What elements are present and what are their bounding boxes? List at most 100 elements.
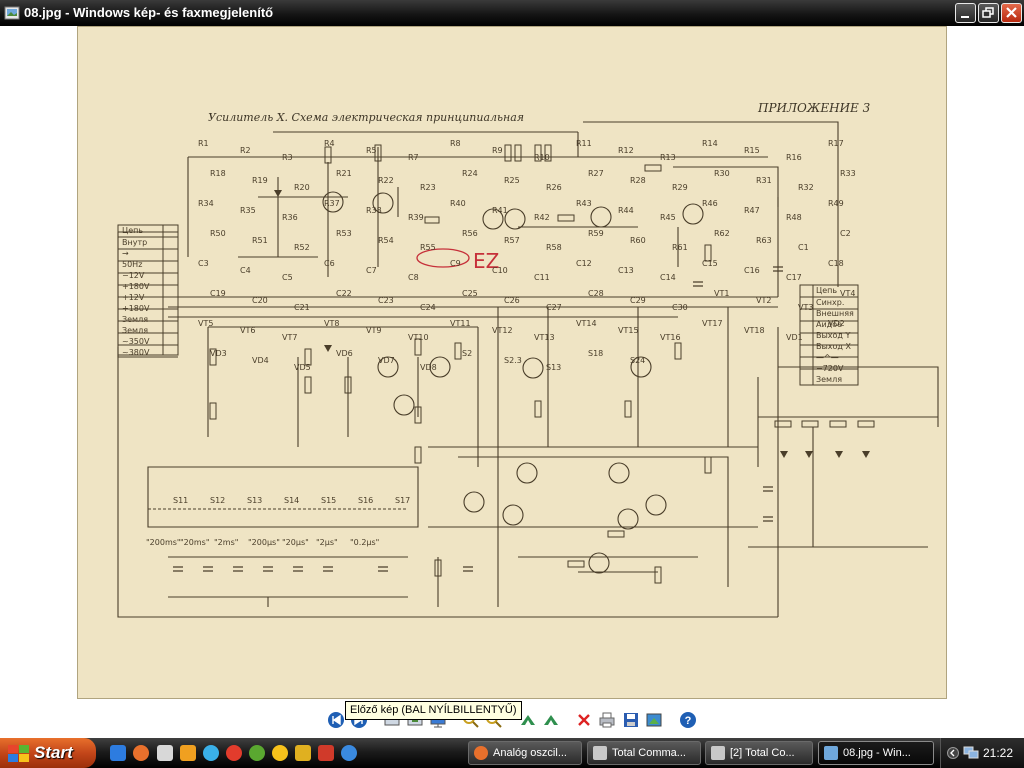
components-item: C26 bbox=[504, 296, 520, 305]
components-item: R49 bbox=[828, 199, 844, 208]
explorer-icon[interactable] bbox=[157, 745, 173, 761]
switches-item: S15 bbox=[321, 496, 337, 505]
components-item: R48 bbox=[786, 213, 802, 222]
schematic-appendix-label: ПРИЛОЖЕНИЕ 3 bbox=[758, 101, 871, 115]
components-item: R28 bbox=[630, 176, 646, 185]
switches-item: S17 bbox=[395, 496, 411, 505]
conn-left-item: Внутр bbox=[122, 238, 148, 247]
components-item: VT4 bbox=[840, 289, 856, 298]
rotate-counterclockwise-button[interactable] bbox=[542, 711, 560, 729]
components-item: R36 bbox=[282, 213, 298, 222]
components-item: R39 bbox=[408, 213, 424, 222]
close-button[interactable] bbox=[1001, 3, 1022, 23]
components-item: C20 bbox=[252, 296, 268, 305]
components-item: R27 bbox=[588, 169, 604, 178]
conn-right-item: Синхр. bbox=[816, 298, 845, 307]
components-item: C9 bbox=[450, 259, 461, 268]
media-icon[interactable] bbox=[295, 745, 311, 761]
ie-icon[interactable] bbox=[110, 745, 126, 761]
components-item: C29 bbox=[630, 296, 646, 305]
windows-logo-icon bbox=[8, 745, 29, 762]
previous-image-button[interactable] bbox=[327, 711, 345, 729]
components-item: R29 bbox=[672, 183, 688, 192]
components-item: C16 bbox=[744, 266, 760, 275]
components-item: R46 bbox=[702, 199, 718, 208]
print-button[interactable] bbox=[598, 711, 616, 729]
conn-right-item: —^— bbox=[816, 353, 839, 362]
delete-button[interactable] bbox=[575, 711, 593, 729]
components-item: R61 bbox=[672, 243, 688, 252]
components-item: R38 bbox=[366, 206, 382, 215]
flash-icon[interactable] bbox=[318, 745, 334, 761]
save-button[interactable] bbox=[622, 711, 640, 729]
emoticon-icon[interactable] bbox=[272, 745, 288, 761]
components-item: VT12 bbox=[492, 326, 513, 335]
firefox-icon[interactable] bbox=[133, 745, 149, 761]
help-button[interactable]: ? bbox=[679, 711, 697, 729]
minimize-button[interactable] bbox=[955, 3, 976, 23]
conn-left-item: +180V bbox=[122, 282, 150, 291]
components-item: R16 bbox=[786, 153, 802, 162]
network-icon[interactable] bbox=[963, 746, 979, 760]
task-image-viewer[interactable]: 08.jpg - Win... bbox=[818, 741, 934, 765]
components-item: VD7 bbox=[378, 356, 395, 365]
switches-item: S16 bbox=[358, 496, 374, 505]
components-item: VT16 bbox=[660, 333, 681, 342]
components-item: R51 bbox=[252, 236, 268, 245]
task-total-commander[interactable]: Total Comma... bbox=[587, 741, 701, 765]
rotate-clockwise-icon bbox=[521, 715, 535, 725]
title-bar[interactable]: 08.jpg - Windows kép- és faxmegjelenítő bbox=[0, 0, 1024, 26]
components-item: R53 bbox=[336, 229, 352, 238]
winamp-icon[interactable] bbox=[180, 745, 196, 761]
task-analog[interactable]: Analóg oszcil... bbox=[468, 741, 582, 765]
components-item: R8 bbox=[450, 139, 461, 148]
image-viewer-icon bbox=[824, 746, 838, 760]
components-item: R34 bbox=[198, 199, 214, 208]
chrome-icon[interactable] bbox=[226, 745, 242, 761]
components-item: C30 bbox=[672, 303, 688, 312]
components-item: R14 bbox=[702, 139, 718, 148]
conn-left-item: Земля bbox=[122, 326, 149, 335]
connector-right-header: Цепь bbox=[816, 286, 838, 295]
utorrent-icon[interactable] bbox=[249, 745, 265, 761]
start-button[interactable]: Start bbox=[0, 738, 96, 768]
components-item: R41 bbox=[492, 206, 508, 215]
conn-right-item: Выход Y bbox=[816, 331, 851, 340]
components-item: R43 bbox=[576, 199, 592, 208]
components-item: R10 bbox=[534, 153, 550, 162]
task-total-commander-2[interactable]: [2] Total Co... bbox=[705, 741, 813, 765]
tray-expand-icon[interactable] bbox=[947, 747, 959, 759]
system-tray: 21:22 bbox=[940, 738, 1024, 768]
timebases-item: "2ms" bbox=[214, 538, 239, 547]
image-viewport[interactable]: Усилитель X. Схема электрическая принцип… bbox=[0, 26, 1024, 703]
components-item: C1 bbox=[798, 243, 809, 252]
components-item: VT10 bbox=[408, 333, 429, 342]
messenger-icon[interactable] bbox=[203, 745, 219, 761]
schematic-title: Усилитель X. Схема электрическая принцип… bbox=[208, 111, 525, 124]
components-item: VT11 bbox=[450, 319, 471, 328]
components-item: S18 bbox=[588, 349, 604, 358]
timebases-item: "2µs" bbox=[316, 538, 338, 547]
components-item: C22 bbox=[336, 289, 352, 298]
components-item: VT18 bbox=[744, 326, 765, 335]
components-item: R25 bbox=[504, 176, 520, 185]
components-item: R58 bbox=[546, 243, 562, 252]
components-item: C23 bbox=[378, 296, 394, 305]
switches-item: S12 bbox=[210, 496, 226, 505]
components-item: S13 bbox=[546, 363, 562, 372]
firefox-icon bbox=[474, 746, 488, 760]
rotate-clockwise-button[interactable] bbox=[519, 711, 537, 729]
restore-button[interactable] bbox=[978, 3, 999, 23]
conn-right-item: −720V bbox=[816, 364, 844, 373]
edit-button[interactable] bbox=[645, 711, 663, 729]
components-item: R33 bbox=[840, 169, 856, 178]
components-item: C7 bbox=[366, 266, 377, 275]
play-icon[interactable] bbox=[341, 745, 357, 761]
components-item: R31 bbox=[756, 176, 772, 185]
svg-text:?: ? bbox=[685, 715, 692, 727]
components-item: VT9 bbox=[366, 326, 382, 335]
components-item: R2 bbox=[240, 146, 251, 155]
components-item: C25 bbox=[462, 289, 478, 298]
components-item: VT8 bbox=[324, 319, 340, 328]
components-item: C24 bbox=[420, 303, 436, 312]
